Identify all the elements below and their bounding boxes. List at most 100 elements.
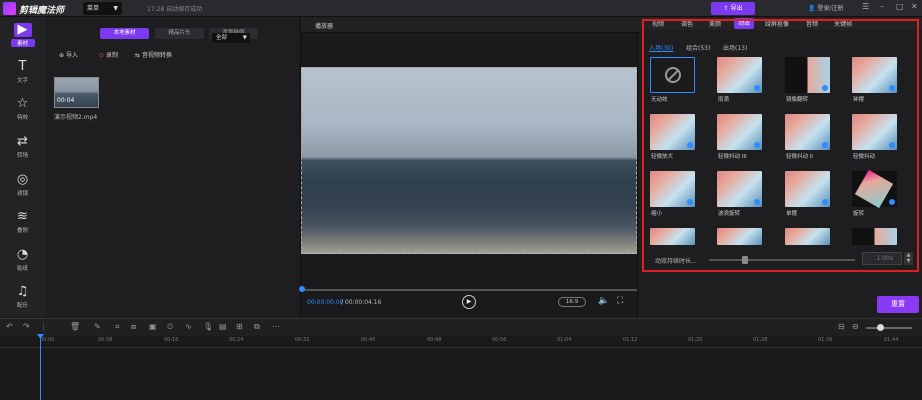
video-preview[interactable] — [301, 67, 637, 254]
ruler-tick: 01:04 — [557, 337, 572, 343]
app-logo — [3, 2, 16, 15]
fullscreen-icon[interactable]: ⛶ — [617, 296, 623, 306]
animation-item[interactable] — [717, 228, 762, 245]
sidebar-item-music[interactable]: ♫ 配乐 — [0, 282, 45, 318]
sidebar-item-label: 转场 — [16, 153, 28, 159]
subtab-enter[interactable]: 入场(30) — [649, 43, 673, 52]
duration-slider[interactable] — [709, 259, 855, 261]
play-icon: ▶ — [466, 298, 472, 305]
speed-icon[interactable]: ⏲ — [167, 322, 173, 332]
import-button[interactable]: ⊕ 导入 — [59, 50, 78, 59]
download-icon — [754, 85, 760, 91]
animation-item[interactable] — [717, 171, 762, 207]
duration-input[interactable]: 1.00s — [862, 252, 902, 265]
duration-slider-handle[interactable] — [742, 256, 748, 264]
menu-button[interactable]: 菜单 ▼ — [83, 2, 122, 15]
export-button[interactable]: ⇪ 导出 — [711, 2, 755, 15]
tab-intros[interactable]: 精品片头 — [155, 28, 204, 39]
zoom-slider-handle[interactable] — [877, 324, 884, 331]
progress-handle[interactable] — [299, 286, 305, 292]
text-to-speech-icon[interactable]: ⊞ — [236, 322, 243, 331]
total-time: / 00:00:04.16 — [341, 299, 382, 306]
animation-item[interactable] — [717, 114, 762, 150]
delete-icon[interactable]: 🗑 — [70, 322, 80, 331]
animation-item[interactable] — [785, 228, 830, 245]
animation-item[interactable] — [650, 228, 695, 245]
menu-icon[interactable]: ☰ — [862, 2, 869, 11]
sidebar-item-label: 配乐 — [16, 303, 28, 309]
crop-icon[interactable]: ⌗ — [115, 322, 120, 332]
animation-label: 单摆 — [786, 211, 798, 217]
ruler-tick: 00:40 — [361, 337, 376, 343]
download-icon — [889, 142, 895, 148]
animation-item[interactable] — [785, 171, 830, 207]
zoom-out-icon[interactable]: ⊖ — [852, 322, 859, 331]
microphone-icon[interactable]: 🎙 — [203, 322, 213, 331]
login-link[interactable]: 👤 登录/注册 — [808, 3, 843, 12]
animation-none[interactable] — [650, 57, 695, 93]
subtitle-icon[interactable]: ▤ — [219, 322, 227, 331]
maximize-icon[interactable]: □ — [896, 2, 904, 11]
more-icon[interactable]: ⋯ — [272, 322, 280, 331]
animation-item[interactable] — [650, 114, 695, 150]
aspect-ratio-select[interactable]: 16:9 — [558, 297, 586, 307]
animation-item[interactable] — [852, 57, 897, 93]
animation-label: 钟摆 — [853, 97, 865, 103]
ruler-tick: 00:08 — [98, 337, 113, 343]
sidebar-item-transition[interactable]: ⇄ 转场 — [0, 132, 45, 168]
sidebar-item-sticker[interactable]: ◔ 贴纸 — [0, 245, 45, 281]
redo-icon[interactable]: ↷ — [23, 322, 30, 331]
progress-bar[interactable] — [301, 289, 637, 291]
caret-down-icon: ▼ — [242, 35, 247, 41]
import-label: 导入 — [65, 52, 78, 59]
animation-item[interactable] — [852, 171, 897, 207]
animation-label: 无动效 — [651, 97, 668, 103]
animation-label: 缩小 — [651, 211, 663, 217]
volume-icon[interactable]: 🔈 — [598, 296, 609, 306]
animation-label: 轻微抖动 — [853, 154, 876, 160]
audio-wave-icon[interactable]: ∿ — [185, 322, 192, 331]
chevron-down-icon: ▼ — [906, 258, 911, 264]
copy-icon[interactable]: ⧉ — [254, 322, 260, 332]
animation-item[interactable] — [717, 57, 762, 93]
animation-item[interactable] — [785, 114, 830, 150]
ruler-tick: 01:20 — [688, 337, 703, 343]
sidebar-item-filter[interactable]: ◎ 滤镜 — [0, 170, 45, 206]
sidebar-item-effects[interactable]: ☆ 特效 — [0, 94, 45, 130]
tab-local-material[interactable]: 本地素材 — [100, 28, 149, 39]
play-button[interactable]: ▶ — [462, 295, 476, 309]
reset-button[interactable]: 重置 — [877, 296, 919, 313]
playhead[interactable] — [40, 334, 41, 400]
sidebar-item-label: 贴纸 — [16, 266, 28, 272]
animation-label: 轻微抖动 III — [718, 154, 747, 160]
convert-label: 音视频转换 — [141, 52, 172, 59]
filter-select[interactable]: 全部 ▼ — [212, 33, 250, 43]
transition-icon: ⇄ — [17, 134, 28, 149]
close-icon[interactable]: ✕ — [911, 2, 918, 11]
login-label: 登录/注册 — [817, 5, 844, 12]
fit-icon[interactable]: ⊟ — [838, 322, 845, 331]
duration-stepper[interactable]: ▲ ▼ — [904, 252, 913, 265]
app-name: 剪辑魔法师 — [19, 6, 65, 16]
sidebar-item-label: 滤镜 — [16, 191, 28, 197]
convert-button[interactable]: ⇆ 音视频转换 — [135, 50, 172, 59]
layers-icon: ≋ — [17, 209, 28, 224]
animation-item[interactable] — [852, 114, 897, 150]
animation-item[interactable] — [785, 57, 830, 93]
sidebar-item-overlay[interactable]: ≋ 叠附 — [0, 207, 45, 243]
subtab-exit[interactable]: 出场(13) — [723, 43, 747, 52]
undo-icon[interactable]: ↶ — [6, 322, 13, 331]
animation-item[interactable] — [852, 228, 897, 245]
freeze-icon[interactable]: ⧈ — [131, 322, 136, 332]
split-icon[interactable]: ✎ — [94, 322, 101, 331]
subtab-combo[interactable]: 组合(53) — [686, 43, 710, 52]
minimize-icon[interactable]: – — [880, 2, 884, 11]
animation-item[interactable] — [650, 171, 695, 207]
sidebar-item-material[interactable]: ▶ 素材 — [0, 20, 45, 56]
sidebar-item-text[interactable]: T 文字 — [0, 57, 45, 93]
import-icon: ⊕ — [59, 52, 66, 59]
record-button[interactable]: ⊙ 录制 — [99, 50, 118, 59]
zoom-slider[interactable] — [866, 327, 912, 329]
mosaic-icon[interactable]: ▣ — [149, 322, 157, 331]
menu-label: 菜单 — [87, 5, 100, 12]
